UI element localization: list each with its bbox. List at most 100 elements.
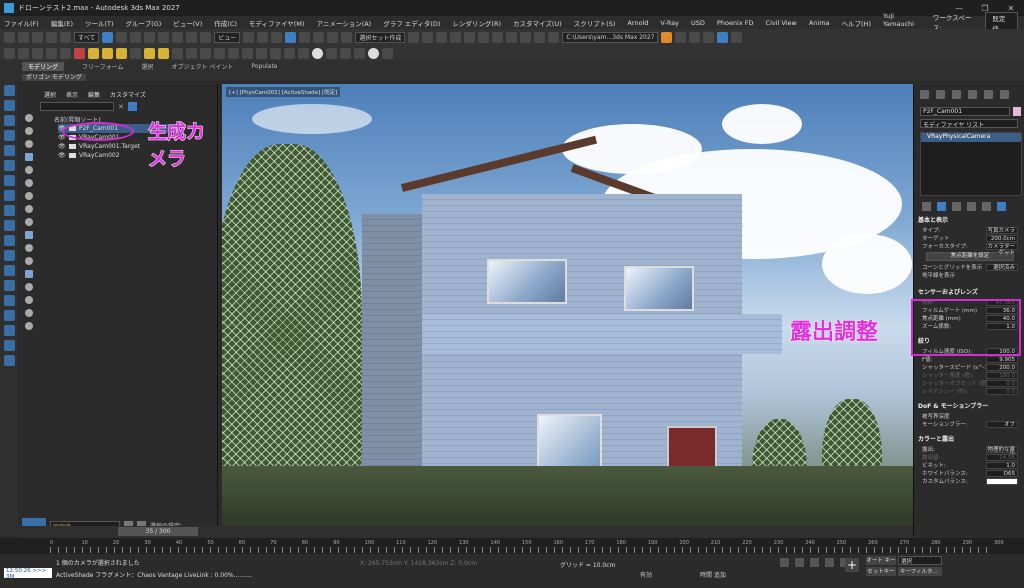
object-name-field[interactable]: P2F_Cam001 [920, 107, 1010, 116]
select-manipulate-icon[interactable] [257, 31, 269, 43]
key-selection-dropdown[interactable]: 選択 [898, 556, 942, 565]
toggle-ribbon-icon[interactable] [464, 31, 476, 43]
scene-menu-select[interactable]: 選択 [44, 90, 56, 99]
link-icon[interactable] [32, 31, 43, 43]
motion-blur-dropdown[interactable]: オフ [986, 420, 1018, 428]
rotate-icon[interactable] [172, 31, 184, 43]
layer-filter-icon[interactable] [25, 309, 33, 317]
create-tab-icon[interactable] [920, 90, 929, 99]
hierarchy-tab-icon[interactable] [952, 90, 961, 99]
invert-filter-icon[interactable] [25, 296, 33, 304]
modifier-list-dropdown[interactable]: モディファイヤ リスト [920, 119, 1018, 129]
project-path-dropdown[interactable]: C:\Users\yam...3ds Max 2027 [562, 31, 659, 43]
vray-ambient-light-icon[interactable] [130, 47, 141, 59]
align-icon[interactable] [422, 31, 434, 43]
vray-volume-icon[interactable] [298, 47, 309, 59]
hidden-filter-icon[interactable] [25, 257, 33, 265]
remove-modifier-icon[interactable] [967, 202, 976, 211]
layer-explorer-icon[interactable] [450, 31, 462, 43]
clear-search-icon[interactable]: ✕ [118, 103, 124, 111]
shape-filter-icon[interactable] [25, 127, 33, 135]
menu-vray[interactable]: V-Ray [660, 19, 679, 27]
vray-light-icon[interactable] [88, 47, 99, 59]
config-list-icon[interactable] [997, 202, 1006, 211]
make-unique-icon[interactable] [952, 202, 961, 211]
menu-graph-editors[interactable]: グラフ エディタ(D) [383, 18, 440, 28]
vray-vision-icon[interactable] [382, 47, 393, 59]
vray-sphere-icon[interactable] [214, 47, 225, 59]
vray-scene-icon[interactable] [60, 47, 71, 59]
ewl-icon[interactable] [3, 220, 15, 231]
latency-field[interactable]: 0.0 [986, 387, 1018, 395]
vray-material-ball-icon[interactable] [312, 47, 323, 59]
tool-icon-d[interactable] [3, 280, 15, 291]
edit-named-selection-icon[interactable] [341, 31, 353, 43]
horizon-checkbox-label[interactable]: 地平線を表示 [922, 271, 1024, 279]
scene-menu-display[interactable]: 表示 [66, 90, 78, 99]
configure-sets-icon[interactable] [982, 202, 991, 211]
param-row[interactable]: 被写界深度 [918, 412, 1024, 420]
menu-edit[interactable]: 編集(E) [51, 18, 73, 28]
focus-type-dropdown[interactable]: カメラターゲット [986, 242, 1018, 256]
active-toggle[interactable]: 有効 [640, 570, 652, 579]
dof-checkbox-label[interactable]: 被写界深度 [922, 412, 1024, 420]
menu-phoenix[interactable]: Phoenix FD [717, 19, 754, 27]
curve-editor-icon[interactable] [478, 31, 490, 43]
menu-anima[interactable]: Anima [809, 19, 830, 27]
none-filter-icon[interactable] [25, 283, 33, 291]
target-distance-field[interactable]: 200.0cm [986, 234, 1018, 242]
place-icon[interactable] [200, 31, 212, 43]
section-basic-title[interactable]: 基本と表示 [918, 215, 1024, 224]
menu-file[interactable]: ファイル(F) [4, 18, 39, 28]
display-tab-icon[interactable] [984, 90, 993, 99]
menu-rendering[interactable]: レンダリング(R) [452, 18, 501, 28]
ribbon-tab-populate[interactable]: Populate [251, 63, 277, 70]
tool-icon-i[interactable] [3, 355, 15, 366]
menu-animation[interactable]: アニメーション(A) [316, 18, 371, 28]
unlink-icon[interactable] [46, 31, 57, 43]
menu-create[interactable]: 作成(C) [214, 18, 237, 28]
tool-icon-a[interactable] [3, 235, 15, 246]
vray-physical-camera-icon[interactable] [270, 47, 281, 59]
named-selection-dropdown[interactable]: 選択セット作成 [355, 31, 406, 43]
vray-frame-buffer-icon[interactable] [4, 47, 15, 59]
vray-sun-icon[interactable] [144, 47, 155, 59]
selection-region-icon[interactable] [130, 31, 142, 43]
helper-filter-icon[interactable] [25, 166, 33, 174]
trackbar[interactable]: 0 10 20 30 40 50 60 70 80 90 100 110 120 130 140 150 160… [0, 538, 1024, 554]
show-end-result-icon[interactable] [937, 202, 946, 211]
spacewarp-filter-icon[interactable] [25, 179, 33, 187]
menu-usd[interactable]: USD [691, 19, 705, 27]
type-dropdown[interactable]: 写真カメラ [986, 226, 1018, 234]
ribbon-tab-object-paint[interactable]: オブジェクト ペイント [172, 62, 234, 71]
vray-enmesh-icon[interactable] [256, 47, 267, 59]
frozen-filter-icon[interactable] [25, 244, 33, 252]
pivot-center-icon[interactable] [243, 31, 255, 43]
go-to-start-icon[interactable] [780, 558, 789, 567]
menu-view[interactable]: ビュー(V) [173, 18, 202, 28]
scene-search-input[interactable] [40, 102, 114, 111]
vray-mtl-icon[interactable] [326, 47, 337, 59]
angle-snap-icon[interactable] [299, 31, 311, 43]
polygon-modeling-tab[interactable]: ポリゴン モデリング [22, 74, 86, 81]
ribbon-tab-selection[interactable]: 選択 [141, 62, 153, 71]
f-number-field[interactable]: 9.905 [986, 355, 1018, 363]
menu-scripting[interactable]: スクリプト(S) [574, 18, 616, 28]
redo-icon[interactable] [18, 31, 29, 43]
ev-field[interactable]: 14.56 [986, 453, 1018, 461]
folder-icon[interactable] [675, 31, 687, 43]
object-color-swatch[interactable] [1013, 107, 1021, 116]
custom-balance-swatch[interactable] [986, 477, 1018, 485]
white-balance-dropdown[interactable]: D65 [986, 469, 1018, 477]
tool-icon-e[interactable] [3, 295, 15, 306]
param-row[interactable]: 地平線を表示 [918, 271, 1024, 279]
project-folder-icon[interactable] [661, 31, 673, 43]
menu-modifiers[interactable]: モディファイヤ(M) [249, 18, 305, 28]
tool-icon-b[interactable] [3, 250, 15, 261]
activeshade-icon[interactable] [717, 31, 729, 43]
hierarchy-panel-icon[interactable] [3, 115, 15, 126]
tool-icon-h[interactable] [3, 340, 15, 351]
vray-plane-icon[interactable] [200, 47, 211, 59]
key-filters-button[interactable]: キーフィルタ... [898, 567, 942, 576]
mirror-icon[interactable] [408, 31, 420, 43]
